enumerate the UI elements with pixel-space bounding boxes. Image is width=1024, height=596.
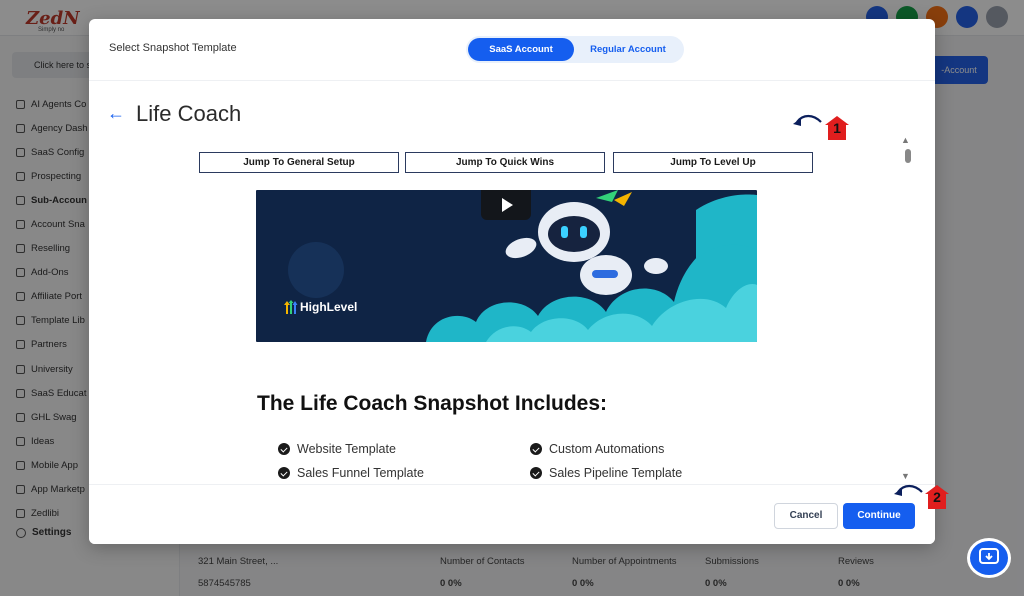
chat-widget-button[interactable] [970, 541, 1008, 575]
jump-quick-wins-button[interactable]: Jump To Quick Wins [405, 152, 605, 173]
annotation-number-1: 1 [833, 120, 841, 136]
back-arrow-icon[interactable]: ← [107, 103, 125, 124]
list-item: Custom Automations [530, 442, 664, 456]
annotation-number-2: 2 [933, 489, 941, 505]
modal-title: Select Snapshot Template [109, 42, 237, 54]
snapshot-video[interactable]: HighLevel [256, 190, 757, 342]
continue-button[interactable]: Continue [843, 503, 915, 529]
chat-icon [979, 548, 999, 564]
template-name: Life Coach [136, 101, 242, 126]
account-type-toggle: SaaS Account Regular Account [466, 36, 684, 63]
list-item: Website Template [278, 442, 396, 456]
video-play-button[interactable] [481, 190, 531, 220]
jump-general-setup-button[interactable]: Jump To General Setup [199, 152, 399, 173]
list-item-label: Website Template [297, 442, 396, 456]
check-circle-icon [530, 443, 542, 455]
snapshot-template-modal: Select Snapshot Template SaaS Account Re… [89, 19, 935, 544]
highlevel-logo: HighLevel [284, 300, 357, 314]
scrollbar-thumb[interactable] [905, 149, 911, 163]
list-item-label: Custom Automations [549, 442, 665, 456]
jump-buttons: Jump To General Setup Jump To Quick Wins… [199, 152, 813, 174]
includes-heading: The Life Coach Snapshot Includes: [257, 392, 608, 415]
list-item: Sales Pipeline Template [530, 466, 682, 480]
list-item-label: Sales Pipeline Template [549, 466, 683, 480]
modal-body[interactable]: ← Life Coach ▲ ▼ Jump To General Setup J… [89, 81, 935, 483]
list-item: Sales Funnel Template [278, 466, 424, 480]
annotation-arrow-2-icon [894, 484, 923, 496]
list-item-label: Sales Funnel Template [297, 466, 424, 480]
scroll-down-icon[interactable]: ▼ [901, 471, 910, 481]
annotation-marker-2: 2 [925, 485, 949, 509]
modal-header: Select Snapshot Template SaaS Account Re… [89, 19, 935, 81]
highlevel-arrows-icon [284, 300, 298, 314]
check-circle-icon [530, 467, 542, 479]
check-circle-icon [278, 467, 290, 479]
jump-level-up-button[interactable]: Jump To Level Up [613, 152, 813, 173]
saas-account-tab[interactable]: SaaS Account [468, 38, 574, 61]
check-circle-icon [278, 443, 290, 455]
cancel-button[interactable]: Cancel [774, 503, 838, 529]
annotation-marker-1: 1 [825, 116, 849, 140]
annotation-arrow-1-icon [793, 114, 822, 126]
regular-account-tab[interactable]: Regular Account [574, 38, 682, 61]
scroll-up-icon[interactable]: ▲ [901, 135, 910, 145]
modal-footer: Cancel Continue [89, 484, 935, 544]
highlevel-logo-text: HighLevel [300, 300, 358, 314]
